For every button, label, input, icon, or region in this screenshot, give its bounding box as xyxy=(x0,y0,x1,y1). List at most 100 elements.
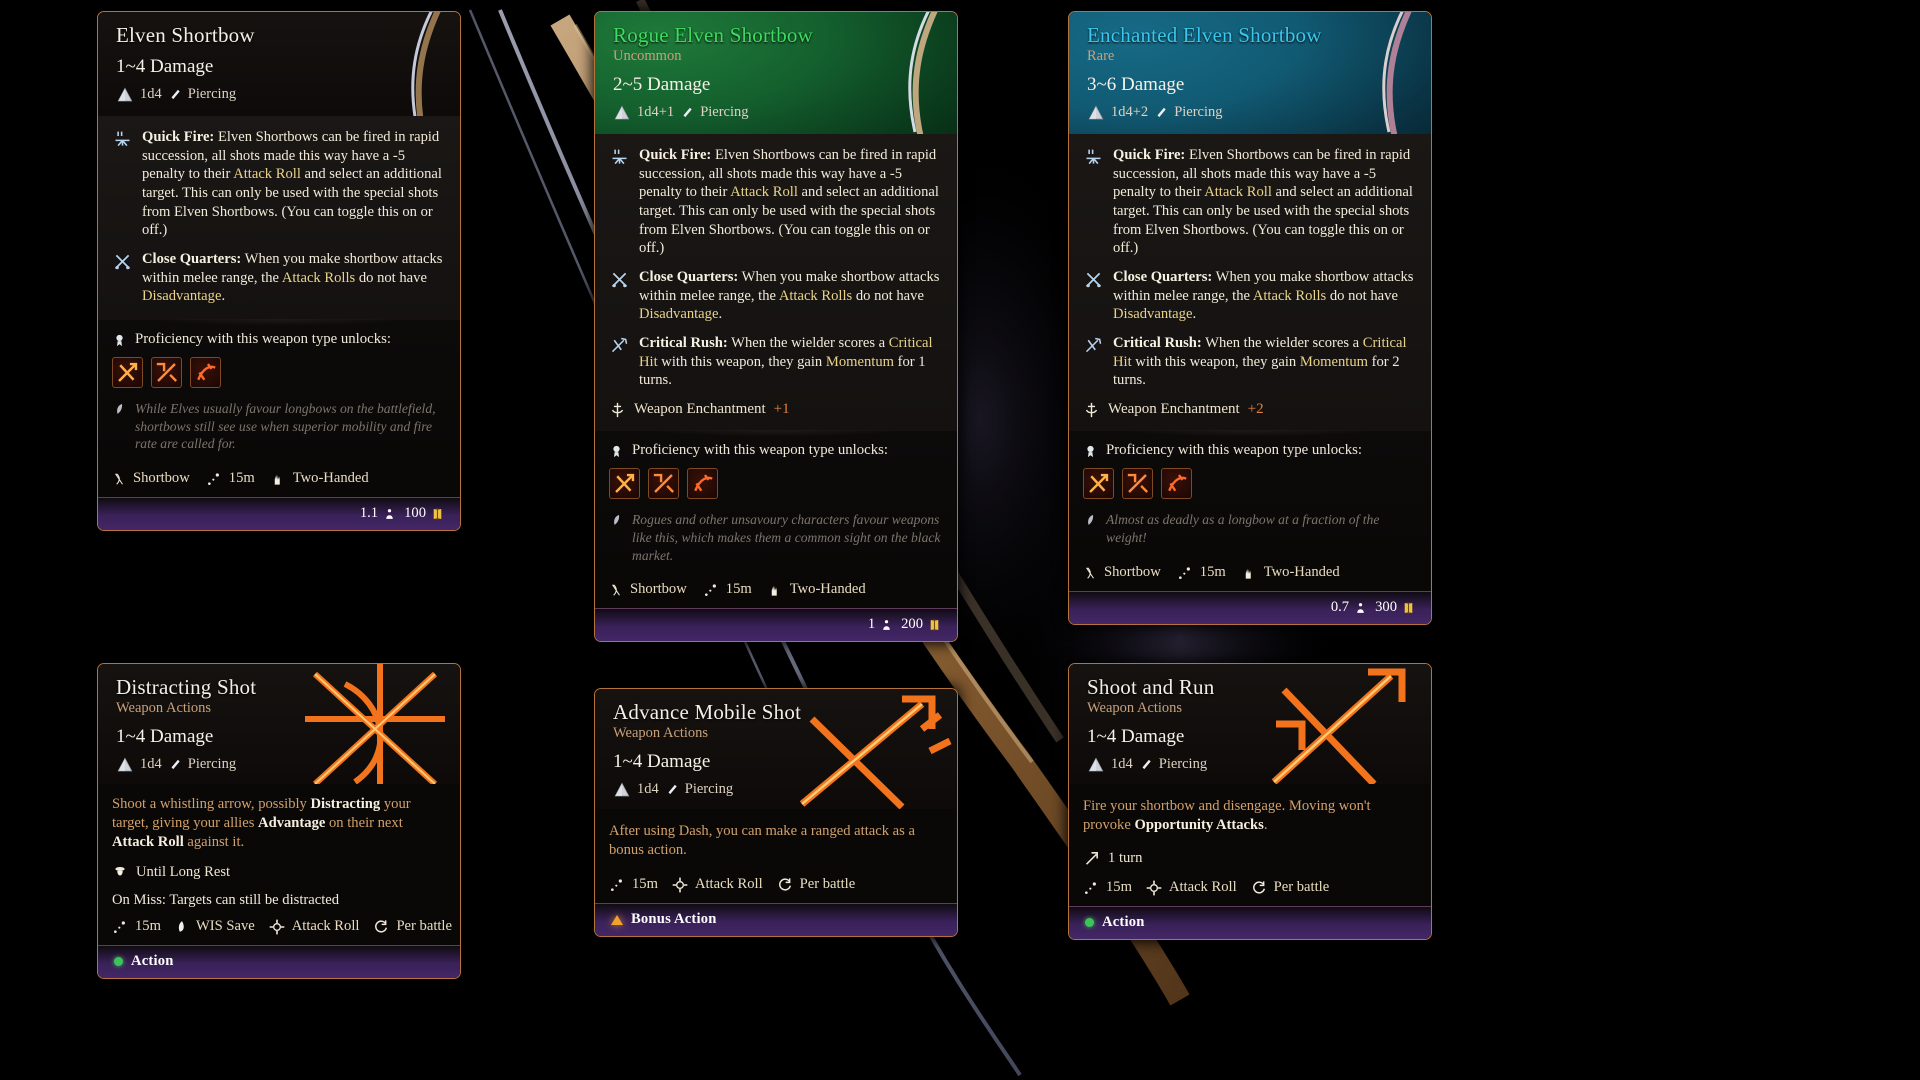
gold-value-group: 200 xyxy=(901,616,941,633)
range-icon xyxy=(611,879,622,892)
unlock-icon-distracting-shot[interactable] xyxy=(112,357,143,389)
feature-name: Close Quarters: xyxy=(639,269,739,286)
die-value: 1d4 xyxy=(140,756,162,773)
stat-handedness: Two-Handed xyxy=(768,581,866,598)
card-header: Enchanted Elven Shortbow Rare 3~6 Damage… xyxy=(1069,12,1431,135)
unlock-icon-shoot-and-run[interactable] xyxy=(1161,468,1192,500)
turn-timer-icon xyxy=(1085,852,1098,865)
range-icon xyxy=(207,473,219,486)
action-cost-label: Action xyxy=(131,953,174,969)
d4-die-icon xyxy=(1088,757,1104,772)
emphasis-term: Attack Roll xyxy=(112,834,184,851)
gold-value: 200 xyxy=(901,616,923,633)
d4-die-icon xyxy=(117,87,133,102)
critical-rush-icon xyxy=(1085,337,1102,353)
rarity-label: Uncommon xyxy=(613,48,682,65)
meta-range: 15m xyxy=(112,918,161,935)
unlock-icon-distracting-shot[interactable] xyxy=(1083,468,1114,500)
highlight-term: Attack Roll xyxy=(730,184,798,201)
damage-range: 1~4 Damage xyxy=(613,751,711,773)
feature-text: Critical Rush: When the wielder scores a… xyxy=(639,334,941,390)
d4-die-icon xyxy=(117,757,133,772)
gold-value-group: 300 xyxy=(1375,599,1415,616)
feature-name: Close Quarters: xyxy=(142,251,242,268)
action-tooltip-distracting-shot: Distracting Shot Weapon Actions 1~4 Dama… xyxy=(97,663,461,979)
quill-icon xyxy=(117,404,123,415)
proficiency-unlock-icons xyxy=(609,468,941,500)
card-header: Distracting Shot Weapon Actions 1~4 Dama… xyxy=(98,664,460,785)
action-cost-marker xyxy=(1085,918,1094,928)
weight-value: 1 xyxy=(867,616,876,633)
proficiency-section: Proficiency with this weapon type unlock… xyxy=(1069,431,1431,554)
meta-attack-roll: Attack Roll xyxy=(269,918,359,935)
weight-icon xyxy=(1357,602,1364,613)
body-text: against it. xyxy=(183,834,245,851)
damage-range: 2~5 Damage xyxy=(613,74,711,96)
damage-range: 3~6 Damage xyxy=(1087,74,1185,96)
proficiency-label: Proficiency with this weapon type unlock… xyxy=(1106,442,1363,459)
unlock-icon-advance-mobile-shot[interactable] xyxy=(1122,468,1153,500)
feature-text: Close Quarters: When you make shortbow a… xyxy=(639,268,941,324)
feature-close-quarters: Close Quarters: When you make shortbow a… xyxy=(1083,268,1415,324)
unlock-icon-advance-mobile-shot[interactable] xyxy=(151,357,182,389)
body-text: on their next xyxy=(325,815,403,832)
weapon-footer: 0.7 300 xyxy=(1069,590,1431,624)
quick-fire-icon xyxy=(612,149,627,165)
card-header: Elven Shortbow 1~4 Damage 1d4 Piercing xyxy=(98,12,460,117)
highlight-term: Attack Rolls xyxy=(778,287,853,304)
critical-rush-icon xyxy=(611,337,628,353)
feature-name: Quick Fire: xyxy=(142,129,215,146)
proficiency-unlock-icons xyxy=(112,357,444,389)
die-value: 1d4 xyxy=(1111,756,1133,773)
flavor-text: Almost as deadly as a longbow at a fract… xyxy=(1106,512,1380,545)
on-miss-text: On Miss: Targets can still be distracted xyxy=(112,892,340,908)
action-meta-row: 15m Attack Roll Per battle xyxy=(595,862,957,903)
range-icon xyxy=(1178,566,1190,579)
proficiency-header: Proficiency with this weapon type unlock… xyxy=(609,442,941,459)
feature-list: Quick Fire: Elven Shortbows can be fired… xyxy=(595,134,957,440)
feature-name: Quick Fire: xyxy=(639,147,712,164)
damage-die-line: 1d4 Piercing xyxy=(116,85,444,104)
emphasis-term: Opportunity Attacks xyxy=(1134,817,1264,834)
stat-range: 15m xyxy=(1177,564,1226,581)
d4-die-icon xyxy=(1088,105,1104,120)
body-text: do not have xyxy=(1326,287,1398,304)
action-tooltip-advance-mobile-shot: Advance Mobile Shot Weapon Actions 1~4 D… xyxy=(594,688,958,938)
feature-critical-rush: Critical Rush: When the wielder scores a… xyxy=(609,334,941,390)
action-cost-footer: Action xyxy=(98,945,460,978)
meta-range: 15m xyxy=(609,876,658,893)
damage-die-line: 1d4 Piercing xyxy=(613,780,941,799)
per-battle-icon xyxy=(1252,881,1265,894)
damage-die-line: 1d4 Piercing xyxy=(1087,755,1415,774)
stat-handedness: Two-Handed xyxy=(1242,564,1340,581)
stat-weapon-type: Shortbow xyxy=(1083,564,1161,581)
quick-fire-icon xyxy=(115,131,130,147)
meta-range: 15m xyxy=(1083,879,1132,896)
unlock-icon-shoot-and-run[interactable] xyxy=(687,468,718,500)
enchantment-value: +1 xyxy=(773,401,790,418)
attack-roll-icon xyxy=(1146,880,1162,896)
damage-type: Piercing xyxy=(700,104,749,121)
unlock-icon-shoot-and-run[interactable] xyxy=(190,357,221,389)
per-battle-icon xyxy=(778,878,791,891)
die-value: 1d4+1 xyxy=(637,104,675,121)
enchantment-label: Weapon Enchantment xyxy=(634,401,766,418)
weapon-enchantment-icon xyxy=(1085,403,1098,418)
unlock-icon-distracting-shot[interactable] xyxy=(609,468,640,500)
feature-list: Quick Fire: Elven Shortbows can be fired… xyxy=(1069,134,1431,440)
d4-die-icon xyxy=(614,105,630,120)
feature-list: Quick Fire: Elven Shortbows can be fired… xyxy=(98,116,460,329)
damage-type: Piercing xyxy=(187,756,237,773)
flavor-text-row: Almost as deadly as a longbow at a fract… xyxy=(1083,511,1415,546)
action-cost-footer: Bonus Action xyxy=(595,903,957,937)
stat-range: 15m xyxy=(703,581,752,598)
unlock-icon-advance-mobile-shot[interactable] xyxy=(648,468,679,500)
range-icon xyxy=(114,921,125,933)
action-description: After using Dash, you can make a ranged … xyxy=(595,809,957,862)
weapon-tooltip-elven-shortbow: Elven Shortbow 1~4 Damage 1d4 Piercing Q… xyxy=(97,11,461,532)
enchantment-value: +2 xyxy=(1247,401,1264,418)
proficiency-header: Proficiency with this weapon type unlock… xyxy=(1083,442,1415,459)
damage-die-line: 1d4 Piercing xyxy=(116,755,444,774)
body-text: . xyxy=(221,288,226,305)
weapon-enchantment-row: Weapon Enchantment +2 xyxy=(1083,400,1415,419)
